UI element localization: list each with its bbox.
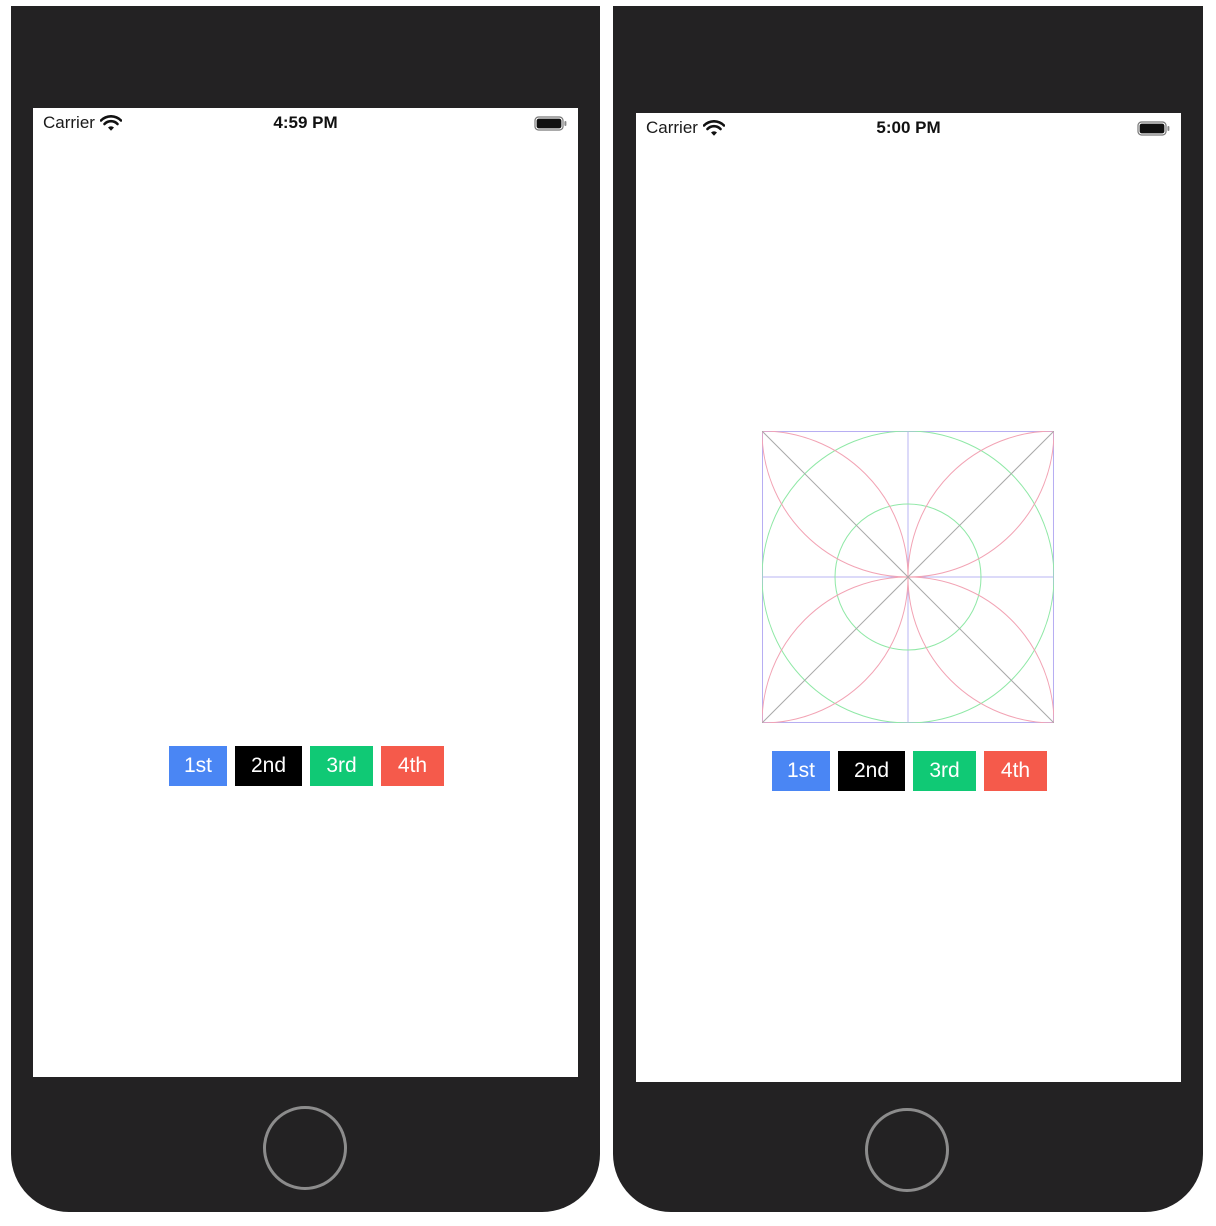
status-bar: Carrier 5:00 PM (636, 113, 1181, 143)
second-button[interactable]: 2nd (235, 746, 302, 786)
right-phone-screen: Carrier 5:00 PM 1st 2nd 3rd 4th (636, 113, 1181, 1082)
status-bar: Carrier 4:59 PM (33, 108, 578, 138)
home-button[interactable] (263, 1106, 347, 1190)
button-row: 1st 2nd 3rd 4th (772, 751, 1047, 791)
left-phone: Carrier 4:59 PM 1st 2nd 3rd 4th (11, 6, 600, 1212)
fourth-button[interactable]: 4th (381, 746, 444, 786)
left-phone-screen: Carrier 4:59 PM 1st 2nd 3rd 4th (33, 108, 578, 1077)
battery-icon (534, 116, 568, 131)
button-row: 1st 2nd 3rd 4th (169, 746, 444, 786)
third-button[interactable]: 3rd (310, 746, 373, 786)
fourth-button[interactable]: 4th (984, 751, 1047, 791)
geometric-drawing (762, 431, 1054, 723)
home-button[interactable] (865, 1108, 949, 1192)
status-time: 5:00 PM (876, 118, 941, 137)
third-button[interactable]: 3rd (913, 751, 976, 791)
right-phone: Carrier 5:00 PM 1st 2nd 3rd 4th (613, 6, 1203, 1212)
second-button[interactable]: 2nd (838, 751, 905, 791)
battery-icon (1137, 121, 1171, 136)
first-button[interactable]: 1st (772, 751, 830, 791)
status-time: 4:59 PM (273, 113, 338, 132)
first-button[interactable]: 1st (169, 746, 227, 786)
